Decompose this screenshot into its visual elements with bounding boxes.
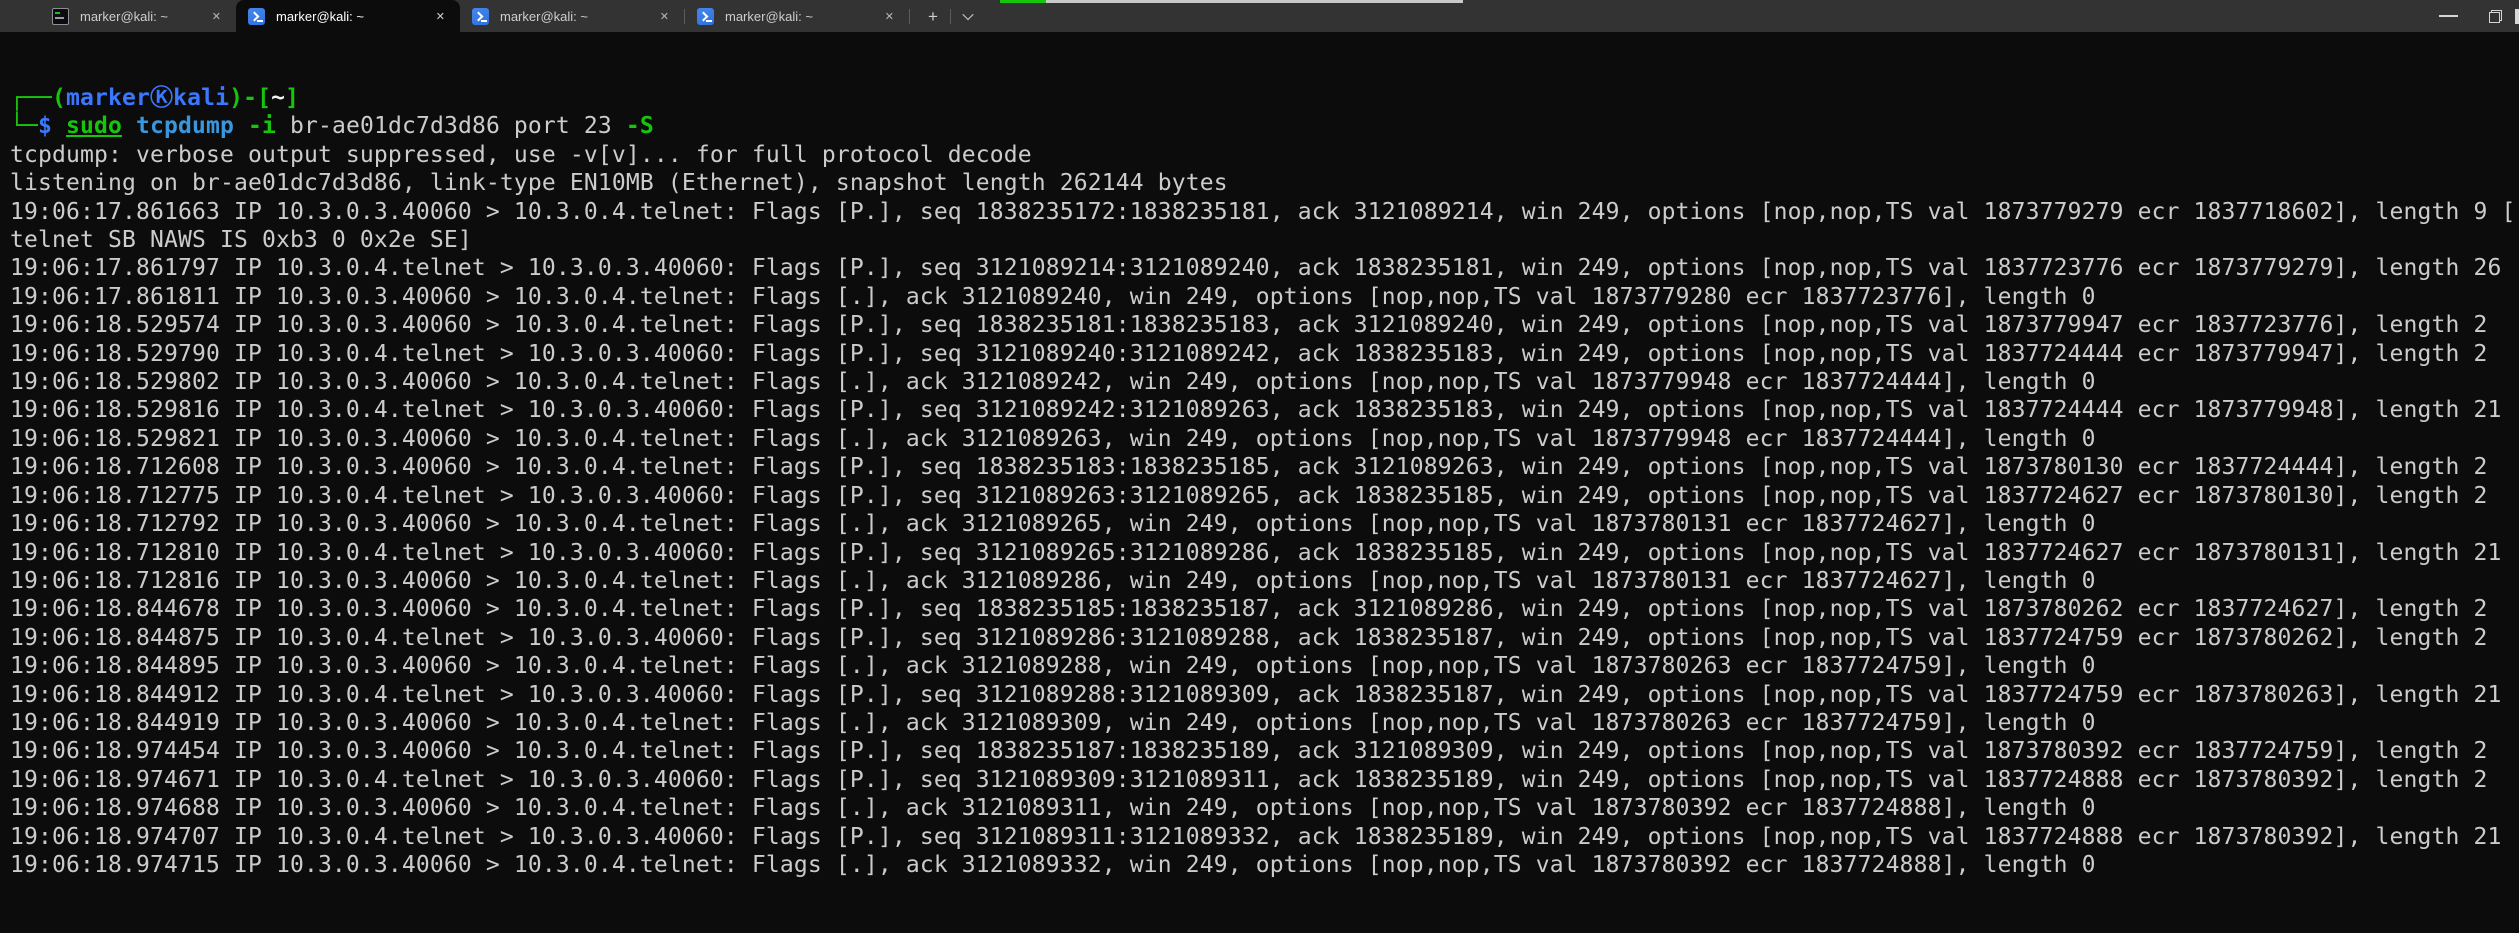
terminal-row: 19:06:18.844895 IP 10.3.0.3.40060 > 10.3… xyxy=(10,652,2519,680)
tab-dropdown-button[interactable] xyxy=(951,0,985,32)
terminal-row: 19:06:18.712775 IP 10.3.0.4.telnet > 10.… xyxy=(10,482,2519,510)
tab-close-button[interactable]: ✕ xyxy=(433,9,448,24)
terminal-row: 19:06:18.712816 IP 10.3.0.3.40060 > 10.3… xyxy=(10,567,2519,595)
terminal-row: 19:06:18.712810 IP 10.3.0.4.telnet > 10.… xyxy=(10,539,2519,567)
chevron-down-icon xyxy=(962,9,973,20)
titlebar[interactable]: marker@kali: ~ ✕ marker@kali: ~ ✕ marker… xyxy=(0,0,2519,32)
terminal-row: telnet SB NAWS IS 0xb3 0 0x2e SE] xyxy=(10,226,2519,254)
terminal-output[interactable]: ┌──(markerⓀkali)-[~]└─$ sudo tcpdump -i … xyxy=(0,32,2519,933)
terminal-row: 19:06:18.974454 IP 10.3.0.3.40060 > 10.3… xyxy=(10,737,2519,765)
terminal-row: 19:06:18.974688 IP 10.3.0.3.40060 > 10.3… xyxy=(10,794,2519,822)
terminal-row: tcpdump: verbose output suppressed, use … xyxy=(10,141,2519,169)
terminal-row: 19:06:18.529816 IP 10.3.0.4.telnet > 10.… xyxy=(10,396,2519,424)
terminal-row: 19:06:18.844875 IP 10.3.0.4.telnet > 10.… xyxy=(10,624,2519,652)
terminal-row: 19:06:18.974707 IP 10.3.0.4.telnet > 10.… xyxy=(10,823,2519,851)
tab-marker-kali-1[interactable]: marker@kali: ~ ✕ xyxy=(40,0,236,32)
terminal-row: 19:06:17.861663 IP 10.3.0.3.40060 > 10.3… xyxy=(10,198,2519,226)
terminal-row: listening on br-ae01dc7d3d86, link-type … xyxy=(10,169,2519,197)
terminal-row: 19:06:18.529802 IP 10.3.0.3.40060 > 10.3… xyxy=(10,368,2519,396)
maximize-restore-button[interactable] xyxy=(2472,0,2519,32)
tab-close-button[interactable]: ✕ xyxy=(882,9,897,24)
tab-close-button[interactable]: ✕ xyxy=(657,9,672,24)
bash-terminal-icon xyxy=(52,8,69,25)
terminal-row: 19:06:18.529790 IP 10.3.0.4.telnet > 10.… xyxy=(10,340,2519,368)
tab-title: marker@kali: ~ xyxy=(500,9,646,24)
minimize-button[interactable] xyxy=(2425,0,2472,32)
new-tab-plus-icon: + xyxy=(928,8,938,25)
terminal-row: 19:06:17.861811 IP 10.3.0.3.40060 > 10.3… xyxy=(10,283,2519,311)
new-tab-button[interactable]: + xyxy=(916,0,950,32)
tab-title: marker@kali: ~ xyxy=(725,9,871,24)
terminal-row: 19:06:18.844919 IP 10.3.0.3.40060 > 10.3… xyxy=(10,709,2519,737)
tab-title: marker@kali: ~ xyxy=(80,9,198,24)
terminal-row: 19:06:18.529821 IP 10.3.0.3.40060 > 10.3… xyxy=(10,425,2519,453)
powershell-icon xyxy=(248,8,265,25)
terminal-row: 19:06:18.712792 IP 10.3.0.3.40060 > 10.3… xyxy=(10,510,2519,538)
restore-icon xyxy=(2489,10,2502,23)
terminal-row: 19:06:18.844912 IP 10.3.0.4.telnet > 10.… xyxy=(10,681,2519,709)
progress-strip-done xyxy=(1000,0,1046,3)
tab-close-button[interactable]: ✕ xyxy=(209,9,224,24)
titlebar-left-padding xyxy=(0,0,40,32)
powershell-icon xyxy=(472,8,489,25)
terminal-row: ┌──(markerⓀkali)-[~] xyxy=(10,84,2519,112)
tab-marker-kali-4[interactable]: marker@kali: ~ ✕ xyxy=(685,0,909,32)
close-button-partial[interactable] xyxy=(2515,9,2519,24)
tab-title: marker@kali: ~ xyxy=(276,9,422,24)
tab-marker-kali-3[interactable]: marker@kali: ~ ✕ xyxy=(460,0,684,32)
terminal-row: └─$ sudo tcpdump -i br-ae01dc7d3d86 port… xyxy=(10,112,2519,140)
terminal-row: 19:06:18.974671 IP 10.3.0.4.telnet > 10.… xyxy=(10,766,2519,794)
window-controls xyxy=(2425,0,2519,32)
tab-marker-kali-2-active[interactable]: marker@kali: ~ ✕ xyxy=(236,0,460,32)
minimize-icon xyxy=(2439,15,2458,17)
terminal-row: 19:06:17.861797 IP 10.3.0.4.telnet > 10.… xyxy=(10,254,2519,282)
terminal-row: 19:06:18.529574 IP 10.3.0.3.40060 > 10.3… xyxy=(10,311,2519,339)
powershell-icon xyxy=(697,8,714,25)
terminal-row: 19:06:18.844678 IP 10.3.0.3.40060 > 10.3… xyxy=(10,595,2519,623)
progress-strip xyxy=(1000,0,1463,3)
terminal-row: 19:06:18.974715 IP 10.3.0.3.40060 > 10.3… xyxy=(10,851,2519,879)
terminal-row: 19:06:18.712608 IP 10.3.0.3.40060 > 10.3… xyxy=(10,453,2519,481)
